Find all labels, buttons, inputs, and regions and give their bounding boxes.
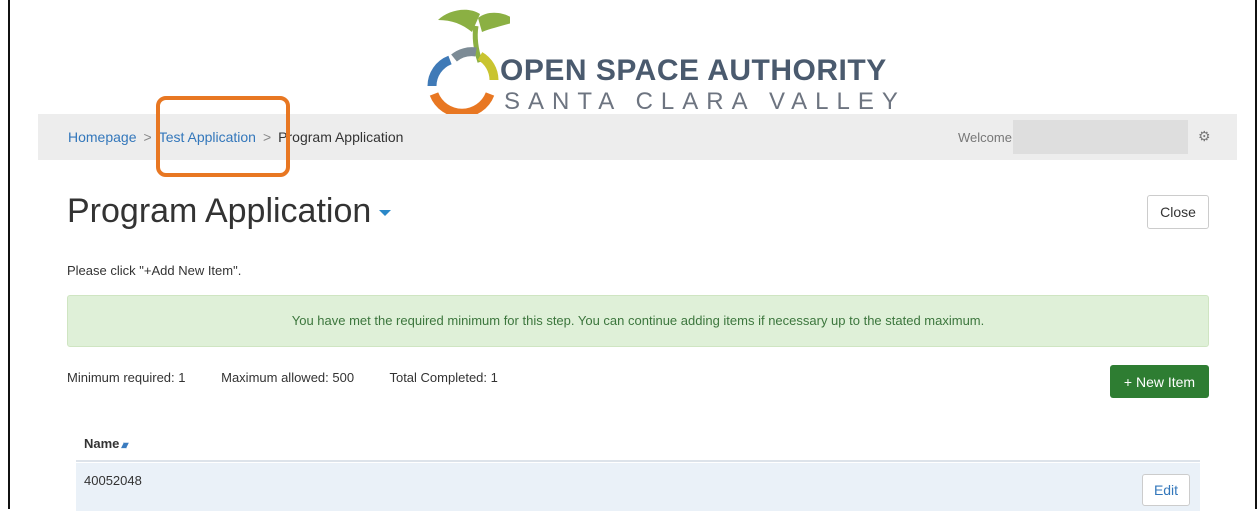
edit-button[interactable]: Edit [1142, 474, 1190, 506]
caret-down-icon[interactable] [379, 210, 392, 217]
row-name-cell: 40052048 [84, 473, 142, 488]
page-title[interactable]: Program Application [67, 192, 392, 231]
close-button[interactable]: Close [1147, 195, 1209, 229]
gear-icon[interactable]: ⚙ [1198, 128, 1211, 145]
minimum-required: Minimum required: 1 [67, 370, 186, 385]
column-header-label: Name [84, 436, 120, 451]
breadcrumb-current: Program Application [278, 129, 404, 145]
breadcrumb-homepage[interactable]: Homepage [68, 129, 137, 145]
new-item-button[interactable]: + New Item [1110, 365, 1209, 398]
page-title-text: Program Application [67, 192, 372, 230]
sort-icon[interactable]: ▴▾ [121, 440, 128, 451]
organization-logo: OPEN SPACE AUTHORITY SANTA CLARA VALLEY [420, 6, 898, 118]
user-name-redacted [1013, 120, 1188, 154]
logo-title: OPEN SPACE AUTHORITY [500, 54, 887, 87]
step-stats: Minimum required: 1 Maximum allowed: 500… [67, 370, 530, 385]
total-completed: Total Completed: 1 [389, 370, 498, 385]
table-header: Name ▴▾ [76, 428, 1200, 462]
annotation-highlight-box [156, 96, 290, 177]
success-alert: You have met the required minimum for th… [67, 295, 1209, 347]
welcome-label: Welcome [958, 130, 1012, 145]
instruction-text: Please click "+Add New Item". [67, 263, 242, 278]
breadcrumb-separator: > [143, 129, 152, 145]
maximum-allowed: Maximum allowed: 500 [221, 370, 355, 385]
column-header-name[interactable]: Name ▴▾ [84, 436, 129, 451]
table-row: 40052048 Edit [76, 463, 1200, 511]
logo-subtitle: SANTA CLARA VALLEY [504, 88, 906, 115]
sprout-logo-icon [427, 9, 510, 118]
